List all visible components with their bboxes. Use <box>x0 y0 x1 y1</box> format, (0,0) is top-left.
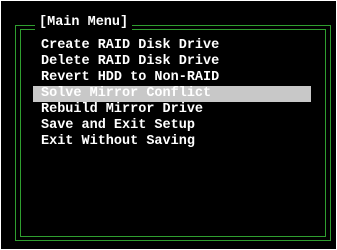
menu-item-solve-mirror-conflict[interactable]: Solve Mirror Conflict <box>33 86 311 102</box>
menu-item-delete-raid-disk-drive[interactable]: Delete RAID Disk Drive <box>33 54 311 70</box>
main-menu-list: Create RAID Disk Drive Delete RAID Disk … <box>33 38 311 150</box>
menu-item-exit-without-saving[interactable]: Exit Without Saving <box>33 134 311 150</box>
bios-screen: [Main Menu] Create RAID Disk Drive Delet… <box>1 1 336 249</box>
menu-item-save-and-exit-setup[interactable]: Save and Exit Setup <box>33 118 311 134</box>
menu-item-create-raid-disk-drive[interactable]: Create RAID Disk Drive <box>33 38 311 54</box>
menu-item-rebuild-mirror-drive[interactable]: Rebuild Mirror Drive <box>33 102 311 118</box>
menu-title: [Main Menu] <box>35 15 133 31</box>
menu-item-revert-hdd-to-non-raid[interactable]: Revert HDD to Non-RAID <box>33 70 311 86</box>
